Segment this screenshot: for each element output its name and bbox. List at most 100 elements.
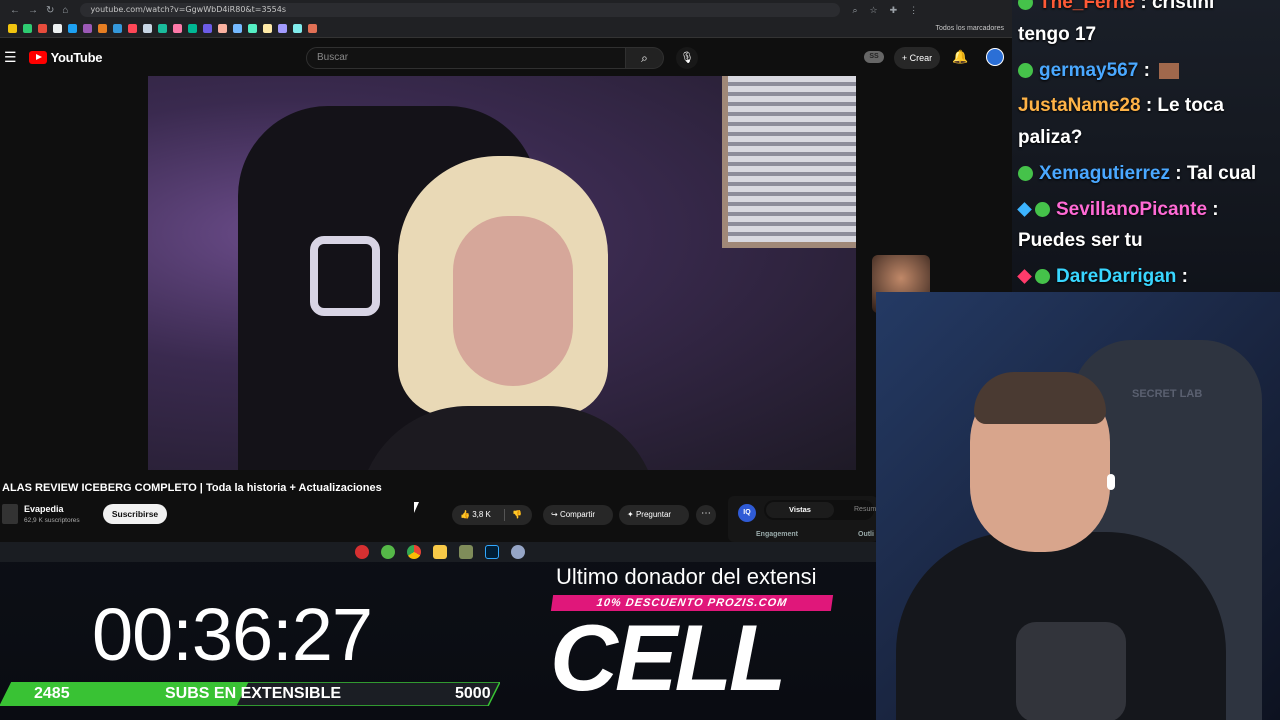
back-icon[interactable]: ← <box>10 5 20 16</box>
chrome-icon[interactable] <box>407 545 421 559</box>
photoshop-icon[interactable] <box>485 545 499 559</box>
last-donor-name: CELL <box>550 605 786 710</box>
chat-text: : <box>1181 266 1188 287</box>
bookmark-icon[interactable] <box>248 24 257 33</box>
app-icon[interactable] <box>381 545 395 559</box>
engagement-label: Engagement <box>756 531 799 538</box>
outlier-label: Outli <box>858 531 874 538</box>
search-input[interactable]: Buscar <box>306 47 626 69</box>
like-count: 3,8 K <box>472 510 491 519</box>
share-label: Compartir <box>559 510 596 519</box>
chat-text: : <box>1143 60 1150 81</box>
bookmark-icon[interactable] <box>128 24 137 33</box>
bookmark-icon[interactable] <box>23 24 32 33</box>
extension-icon[interactable]: IQ <box>738 504 756 522</box>
subathon-timer: 00:36:27 <box>92 593 373 676</box>
youtube-logo[interactable]: YouTube <box>28 50 102 65</box>
subs-goal: 5000 <box>455 685 491 702</box>
app-icon[interactable] <box>511 545 525 559</box>
chat-message: JustaName28 : Le toca <box>1018 95 1224 117</box>
address-bar[interactable]: youtube.com/watch?v=GgwWbD4iR80&t=3554s <box>80 3 841 17</box>
channel-avatar[interactable] <box>2 504 18 524</box>
extensions-icon[interactable]: ✚ <box>890 5 898 16</box>
bookmarks-folder[interactable]: Todos los marcadores <box>936 25 1004 32</box>
chat-emote-icon <box>1159 62 1180 79</box>
extension-tabs: Vistas Resum <box>764 500 876 520</box>
bookmark-icon[interactable] <box>8 24 17 33</box>
reload-icon[interactable]: ↻ <box>46 5 54 16</box>
zoom-icon[interactable]: ⌕ <box>852 5 857 16</box>
share-button[interactable]: ↪ Compartir <box>543 505 613 525</box>
body <box>358 406 658 470</box>
forward-icon[interactable]: → <box>28 5 38 16</box>
cube-badge-icon <box>1017 202 1032 218</box>
tab-resumen[interactable]: Resum <box>854 502 876 518</box>
folder-icon[interactable] <box>433 545 447 559</box>
chat-username: germay567 <box>1039 60 1139 81</box>
chat-message: paliza? <box>1018 127 1082 149</box>
chat-message: germay567 : <box>1018 60 1180 82</box>
mic-icon[interactable]: 🎙 <box>676 47 698 69</box>
webcam-feed: SECRET LAB <box>876 292 1280 720</box>
chat-badge-icon <box>1035 202 1050 218</box>
bookmark-icon[interactable] <box>83 24 92 33</box>
like-button[interactable]: 👍 3,8 K 👎 <box>452 505 532 525</box>
chat-text: : Tal cual <box>1175 163 1257 184</box>
menu-icon[interactable]: ⋮ <box>909 5 918 16</box>
bookmark-icon[interactable] <box>233 24 242 33</box>
bookmark-icon[interactable] <box>113 24 122 33</box>
video-title: ALAS REVIEW ICEBERG COMPLETO | Toda la h… <box>2 482 382 494</box>
app-icon[interactable] <box>459 545 473 559</box>
chat-username: JustaName28 <box>1018 95 1141 116</box>
like-separator <box>504 509 505 521</box>
hamburger-icon[interactable]: ☰ <box>4 49 17 66</box>
subscribe-button[interactable]: Suscribirse <box>103 504 167 524</box>
video-player[interactable] <box>148 76 856 470</box>
bookmark-icon[interactable] <box>173 24 182 33</box>
more-options-icon[interactable]: ⋯ <box>696 505 716 525</box>
home-icon[interactable]: ⌂ <box>62 5 68 16</box>
nav-buttons: ← → ↻ ⌂ <box>0 5 68 16</box>
search-icon[interactable]: ⌕ <box>626 47 664 69</box>
chat-message: Xemagutierrez : Tal cual <box>1018 163 1256 185</box>
youtube-play-icon <box>28 50 47 64</box>
channel-name[interactable]: Evapedia <box>24 504 64 514</box>
subs-label: SUBS EN EXTENSIBLE <box>165 685 342 702</box>
thumbs-down-icon[interactable]: 👎 <box>512 505 522 525</box>
bookmark-icon[interactable] <box>188 24 197 33</box>
ask-button[interactable]: ✦ Preguntar <box>619 505 689 525</box>
bookmark-icon[interactable] <box>143 24 152 33</box>
bookmark-icon[interactable] <box>278 24 287 33</box>
bookmark-icon[interactable] <box>158 24 167 33</box>
bookmark-icon[interactable] <box>308 24 317 33</box>
chat-text: : <box>1212 199 1219 220</box>
bookmark-icon[interactable] <box>53 24 62 33</box>
chat-text: paliza? <box>1018 127 1083 148</box>
earbud-icon <box>1107 474 1115 490</box>
chair-logo: SECRET LAB <box>1132 388 1203 400</box>
bookmark-icon[interactable] <box>263 24 272 33</box>
hair <box>974 372 1106 424</box>
bookmark-icon[interactable] <box>98 24 107 33</box>
bookmark-icon[interactable] <box>38 24 47 33</box>
account-avatar[interactable] <box>986 48 1004 66</box>
bell-icon[interactable]: 🔔 <box>952 49 968 65</box>
chat-message: SevillanoPicante : <box>1017 199 1219 221</box>
bookmark-icon[interactable] <box>203 24 212 33</box>
chat-text: : Le toca <box>1145 95 1224 116</box>
browser-window: ← → ↻ ⌂ youtube.com/watch?v=GgwWbD4iR80&… <box>0 0 1012 562</box>
create-button[interactable]: + Crear <box>894 47 940 69</box>
bookmark-icon[interactable] <box>293 24 302 33</box>
streamer-figure <box>358 156 658 470</box>
chat-badge-icon <box>1018 0 1033 11</box>
tab-vistas[interactable]: Vistas <box>766 502 834 518</box>
taskbar <box>0 542 880 562</box>
obs-icon[interactable] <box>355 545 369 559</box>
ss-badge[interactable]: SS <box>864 51 884 63</box>
chat-message: The_Ferne : cristini <box>1018 0 1214 14</box>
bookmark-icon[interactable] <box>218 24 227 33</box>
background-window <box>722 76 856 248</box>
bookmark-icon[interactable] <box>68 24 77 33</box>
star-icon[interactable]: ☆ <box>869 5 877 16</box>
extension-panel: IQ Vistas Resum Engagement Outli <box>728 496 878 542</box>
